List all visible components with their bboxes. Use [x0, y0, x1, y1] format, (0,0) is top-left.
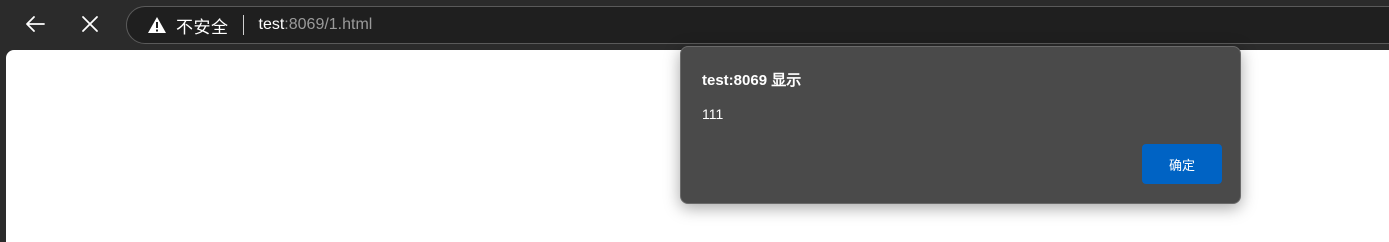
ok-button[interactable]: 确定	[1142, 144, 1222, 184]
back-button[interactable]	[17, 8, 53, 40]
close-icon	[82, 16, 98, 32]
alert-dialog: test:8069 显示 111 确定	[680, 46, 1241, 204]
warning-triangle-icon[interactable]	[147, 16, 167, 34]
address-bar[interactable]: 不安全 test:8069/1.html	[126, 6, 1389, 44]
stop-loading-button[interactable]	[72, 8, 108, 40]
security-status-label[interactable]: 不安全	[176, 13, 229, 38]
dialog-title: test:8069 显示	[702, 72, 802, 89]
address-divider	[242, 15, 244, 35]
dialog-message: 111	[702, 106, 724, 122]
url-text[interactable]: test:8069/1.html	[259, 16, 373, 34]
url-path: :8069/1.html	[284, 16, 373, 33]
arrow-left-icon	[26, 16, 45, 32]
url-host: test	[258, 16, 285, 33]
browser-toolbar: 不安全 test:8069/1.html	[0, 0, 1389, 48]
